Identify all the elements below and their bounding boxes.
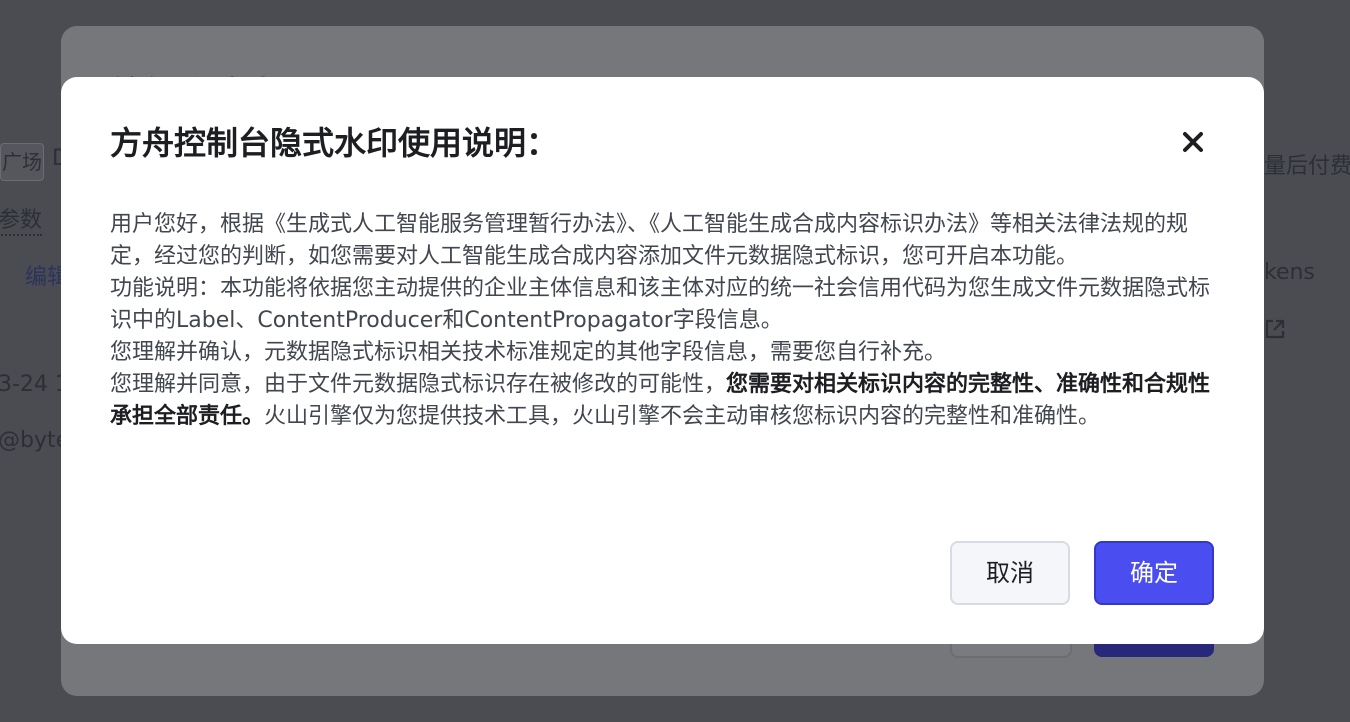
bg-chip-plaza: 广场	[0, 143, 44, 181]
bg-fragment-date: 3-24 1	[0, 372, 69, 397]
paragraph-confirm: 您理解并确认，元数据隐式标识相关技术标准规定的其他字段信息，需要您自行补充。	[110, 340, 947, 365]
paragraph-intro: 用户您好，根据《生成式人工智能服务管理暂行办法》、《人工智能生成合成内容标识办法…	[110, 212, 1189, 269]
cancel-button[interactable]: 取消	[950, 541, 1070, 605]
bg-fragment-pay: 量后付费	[1264, 154, 1350, 179]
close-icon	[1182, 131, 1204, 157]
confirm-button[interactable]: 确定	[1094, 541, 1214, 605]
paragraph-feature: 功能说明：本功能将依据您主动提供的企业主体信息和该主体对应的统一社会信用代码为您…	[110, 276, 1211, 333]
modal-body: 用户您好，根据《生成式人工智能服务管理暂行办法》、《人工智能生成合成内容标识办法…	[110, 209, 1220, 433]
paragraph-agreement: 您理解并同意，由于文件元数据隐式标识存在被修改的可能性，您需要对相关标识内容的完…	[110, 369, 1220, 433]
bg-fragment-params: 参数	[0, 202, 43, 236]
close-button[interactable]	[1176, 127, 1210, 161]
agreement-text: 您理解并同意，由于文件元数据隐式标识存在被修改的可能性，	[110, 372, 727, 397]
watermark-notice-modal: 方舟控制台隐式水印使用说明： 用户您好，根据《生成式人工智能服务管理暂行办法》、…	[61, 77, 1264, 644]
bg-fragment-tokens: kens	[1264, 260, 1315, 285]
agreement-disclaimer: 火山引擎仅为您提供技术工具，火山引擎不会主动审核您标识内容的完整性和准确性。	[264, 404, 1101, 429]
external-link-icon	[1264, 318, 1286, 340]
modal-title: 方舟控制台隐式水印使用说明：	[110, 124, 559, 162]
